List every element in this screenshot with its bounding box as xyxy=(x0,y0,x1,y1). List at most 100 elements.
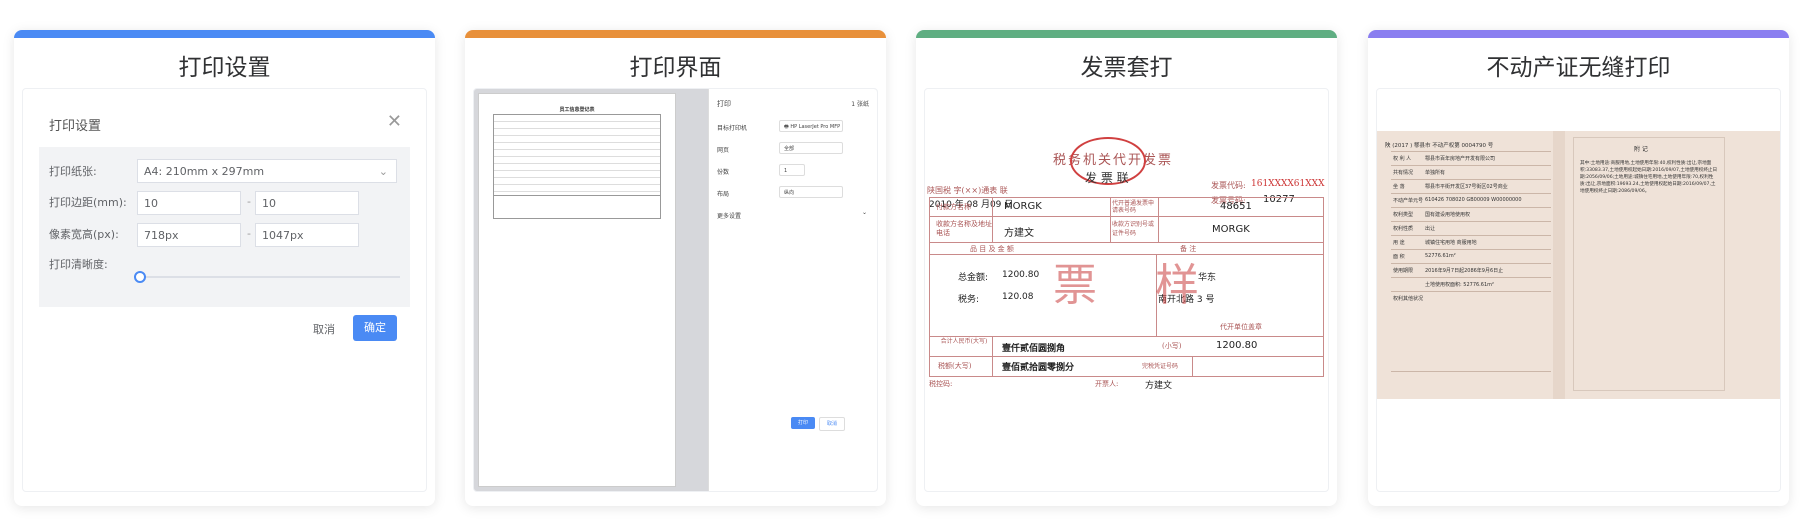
chevron-down-icon: ⌄ xyxy=(378,165,388,178)
dialog-title: 打印设置 xyxy=(49,119,102,134)
printer-select[interactable]: 🖶 HP LaserJet Pro MFP xyxy=(779,120,843,132)
document-page: 员工信息登记表 xyxy=(478,93,676,487)
total-label: 总金额: xyxy=(958,273,989,283)
payer-label: 付款方名称 xyxy=(936,203,971,211)
card-print-interface: 打印界面 员工信息登记表 打印 1 张纸 目标打印机 🖶 HP LaserJet… xyxy=(465,30,886,506)
card-title: 不动产证无缝打印 xyxy=(1486,55,1671,81)
range-dash: - xyxy=(247,195,251,208)
paper-value: A4: 210mm x 297mm xyxy=(144,165,265,178)
certificate-fold xyxy=(1553,131,1565,399)
invoice-left-header: 陕国税 字(××)通表 联 xyxy=(927,186,1008,195)
clarity-slider-track[interactable] xyxy=(139,276,400,278)
total-value: 1200.80 xyxy=(1002,270,1040,280)
layout-label: 布局 xyxy=(717,191,730,198)
certificate-row-line xyxy=(1391,193,1551,194)
certificate-row-label: 权 利 人 xyxy=(1393,156,1412,162)
certificate-spread: 陕 (2017 ) 鄠县市 不动产权第 0004790 号 权 利 人 鄠县市百年… xyxy=(1377,131,1780,399)
print-panel: 打印 1 张纸 目标打印机 🖶 HP LaserJet Pro MFP 网页 全… xyxy=(708,89,877,491)
certificate-row-value: 鄠县市平街开发区37号街区02号商业 xyxy=(1425,184,1508,190)
certificate-row-line xyxy=(1391,179,1551,180)
certificate-row-value: 610426 708020 GB00009 W00000000 xyxy=(1425,197,1522,203)
certificate-left-table: 权 利 人 鄠县市百年房地产开发有限公司共有情况 单独所有坐 落 鄠县市平街开发区37… xyxy=(1391,151,1551,391)
invoice-preview: 税务机关代开发票 发 票 联 陕国税 字(××)通表 联 2010 年 08 月… xyxy=(924,88,1329,492)
margin-bottom-input[interactable]: 10 xyxy=(255,191,359,215)
pages-select[interactable]: 全部 xyxy=(779,142,843,154)
tax-amount-label: 税额(大写) xyxy=(938,362,972,370)
clarity-slider-knob[interactable] xyxy=(134,271,146,283)
card-title: 发票套打 xyxy=(1080,55,1173,81)
layout-select[interactable]: 纵向 xyxy=(779,186,843,198)
payer-value: MORGK xyxy=(1004,201,1042,212)
certificate-row-line xyxy=(1391,249,1551,250)
certificate-notes-page: 附 记 其中:土地用途:商服用地,土地使用年限:40,权利性质:出让,宗地面积:… xyxy=(1573,137,1725,391)
document-notes-box xyxy=(493,194,661,219)
notes-text: 其中:土地用途:商服用地,土地使用年限:40,权利性质:出让,宗地面积:3308… xyxy=(1580,161,1718,194)
print-panel-title: 打印 xyxy=(717,100,731,108)
tax-value: 120.08 xyxy=(1002,292,1034,302)
pixel-width-input[interactable]: 718px xyxy=(137,223,241,247)
printer-value: HP LaserJet Pro MFP xyxy=(790,124,841,130)
certificate-row-line xyxy=(1391,207,1551,208)
pixel-label: 像素宽高(px): xyxy=(49,228,119,241)
certificate-row-label: 坐 落 xyxy=(1393,184,1405,190)
certificate-row-line xyxy=(1391,277,1551,278)
card-property-certificate: 不动产证无缝打印 陕 (2017 ) 鄠县市 不动产权第 0004790 号 权… xyxy=(1368,30,1789,506)
print-button[interactable]: 打印 xyxy=(791,417,815,429)
certificate-row-value: 52776.61m² xyxy=(1425,253,1456,259)
chevron-down-icon[interactable]: ⌄ xyxy=(862,209,867,216)
certificate-row-value: 鄠县市百年房地产开发有限公司 xyxy=(1425,156,1496,162)
card-accent-bar xyxy=(916,30,1337,38)
sum-small-value: 1200.80 xyxy=(1216,340,1258,351)
pages-label: 网页 xyxy=(717,147,730,154)
certificate-row-value: 城镇住宅用地 商服用地 xyxy=(1425,240,1477,246)
notes-title: 附 记 xyxy=(1634,146,1648,153)
payee-value: 方建文 xyxy=(1004,228,1034,239)
certificate-row-value: 土地使用权面积: 52776.61m² xyxy=(1425,282,1495,288)
drawer-value: 方建文 xyxy=(1145,381,1173,391)
copies-label: 份数 xyxy=(717,169,730,176)
range-dash: - xyxy=(247,227,251,240)
check-code-label: 税控码: xyxy=(929,380,953,388)
sheet-count: 1 张纸 xyxy=(851,101,869,108)
tax-amount-value: 壹佰贰拾圆零捌分 xyxy=(1002,363,1075,373)
more-settings[interactable]: 更多设置 xyxy=(717,211,741,220)
sum-small-label: (小写) xyxy=(1162,342,1182,350)
card-accent-bar xyxy=(14,30,435,38)
agent-label: 代开普通发票申请表号码 xyxy=(1112,200,1155,214)
invoice-code-value: 161XXXX61XXX xyxy=(1251,179,1325,189)
paper-select[interactable]: A4: 210mm x 297mm ⌄ xyxy=(137,159,397,183)
certificate-row-value: 国有建设用地使用权 xyxy=(1425,212,1471,218)
certificate-row-label: 权利类型 xyxy=(1393,212,1414,218)
certificate-row-value: 单独所有 xyxy=(1425,170,1446,176)
cancel-button[interactable]: 取消 xyxy=(819,417,845,431)
paper-label: 打印纸张: xyxy=(49,165,97,178)
certificate-row-line xyxy=(1391,263,1551,264)
drawer-label: 开票人: xyxy=(1095,380,1119,388)
sum-label: 合计人民币(大写) xyxy=(940,338,988,345)
copies-input[interactable]: 1 xyxy=(779,164,805,176)
margin-label: 打印边距(mm): xyxy=(49,196,127,209)
payee-label: 收款方名称及地址电话 xyxy=(936,220,992,237)
certificate-preview: 陕 (2017 ) 鄠县市 不动产权第 0004790 号 权 利 人 鄠县市百年… xyxy=(1376,88,1781,492)
confirm-button[interactable]: 确定 xyxy=(353,315,397,341)
certificate-row-label: 不动产单元号 xyxy=(1393,198,1424,204)
page-gap xyxy=(676,89,708,491)
invoice-copy-label: 发 票 联 xyxy=(1085,171,1129,185)
tax-label: 税务: xyxy=(958,295,980,305)
payee-id-value: MORGK xyxy=(1212,224,1250,235)
document-title: 员工信息登记表 xyxy=(559,107,595,113)
card-accent-bar xyxy=(1368,30,1789,38)
payee-id-label: 收款方识别号或证件号码 xyxy=(1112,221,1155,237)
card-title: 打印界面 xyxy=(629,55,722,81)
certificate-row-label: 面 积 xyxy=(1393,254,1405,260)
cancel-button[interactable]: 取消 xyxy=(313,321,335,337)
invoice-code-label: 发票代码: xyxy=(1211,181,1246,190)
close-icon[interactable]: ✕ xyxy=(387,111,402,132)
certificate-row-label: 共有情况 xyxy=(1393,170,1414,176)
margin-top-input[interactable]: 10 xyxy=(137,191,241,215)
clarity-label: 打印清晰度: xyxy=(49,258,108,271)
print-window-preview: 员工信息登记表 打印 1 张纸 目标打印机 🖶 HP LaserJet Pro … xyxy=(473,88,878,492)
card-invoice-print: 发票套打 税务机关代开发票 发 票 联 陕国税 字(××)通表 联 2010 年… xyxy=(916,30,1337,506)
certificate-row-label: 使用期限 xyxy=(1393,268,1414,274)
pixel-height-input[interactable]: 1047px xyxy=(255,223,359,247)
